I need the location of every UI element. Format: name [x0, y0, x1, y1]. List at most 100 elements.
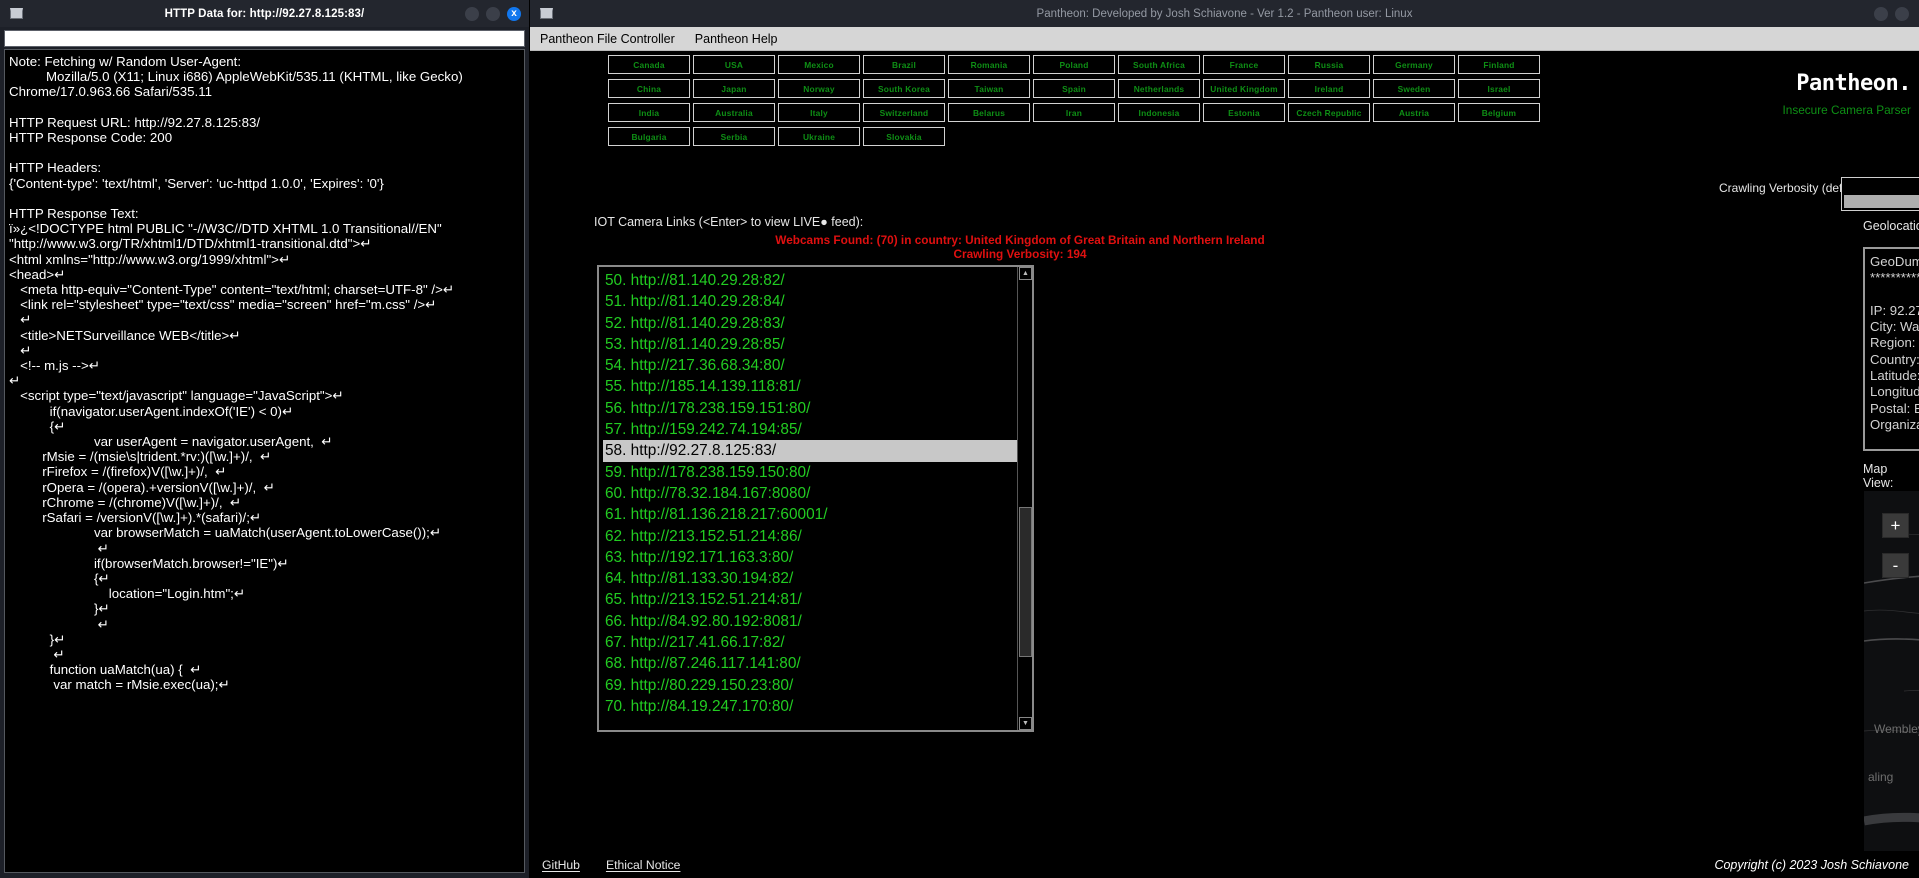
country-button-indonesia[interactable]: Indonesia	[1118, 103, 1200, 122]
country-button-israel[interactable]: Israel	[1458, 79, 1540, 98]
camera-link-item[interactable]: 60. http://78.32.184.167:8080/	[603, 483, 1017, 504]
pantheon-window-title: Pantheon: Developed by Josh Schiavone - …	[1036, 7, 1413, 20]
camera-link-item[interactable]: 51. http://81.140.29.28:84/	[603, 291, 1017, 312]
camera-link-item[interactable]: 64. http://81.133.30.194:82/	[603, 568, 1017, 589]
geolocation-dump: GeoDump for camera #58 *****************…	[1863, 247, 1919, 451]
country-button-ireland[interactable]: Ireland	[1288, 79, 1370, 98]
country-button-mexico[interactable]: Mexico	[778, 55, 860, 74]
scroll-down-icon[interactable]: ▼	[1019, 717, 1032, 730]
country-button-south-korea[interactable]: South Korea	[863, 79, 945, 98]
footer-links: GitHub Ethical Notice	[542, 858, 680, 872]
country-button-belarus[interactable]: Belarus	[948, 103, 1030, 122]
camera-link-item[interactable]: 68. http://87.246.117.141:80/	[603, 653, 1017, 674]
pantheon-menubar: Pantheon File Controller Pantheon Help	[530, 27, 1919, 51]
ethical-notice-link[interactable]: Ethical Notice	[606, 858, 681, 872]
camera-links-list[interactable]: 50. http://81.140.29.28:82/51. http://81…	[599, 267, 1017, 730]
copyright-text: Copyright (c) 2023 Josh Schiavone	[1714, 858, 1909, 872]
country-button-serbia[interactable]: Serbia	[693, 127, 775, 146]
country-button-bulgaria[interactable]: Bulgaria	[608, 127, 690, 146]
country-button-iran[interactable]: Iran	[1033, 103, 1115, 122]
scroll-up-icon[interactable]: ▲	[1019, 267, 1032, 280]
country-button-sweden[interactable]: Sweden	[1373, 79, 1455, 98]
country-button-norway[interactable]: Norway	[778, 79, 860, 98]
minimize-button[interactable]	[465, 6, 479, 21]
camera-link-item[interactable]: 57. http://159.242.74.194:85/	[603, 419, 1017, 440]
country-button-slovakia[interactable]: Slovakia	[863, 127, 945, 146]
logo-subtitle: Insecure Camera Parser	[1782, 103, 1911, 117]
country-button-grid: Canada USA Mexico Brazil Romania Poland South …	[608, 55, 1540, 146]
country-button-taiwan[interactable]: Taiwan	[948, 79, 1030, 98]
maximize-button[interactable]	[486, 6, 500, 21]
camera-link-item[interactable]: 70. http://84.19.247.170:80/	[603, 696, 1017, 717]
map-zoom-in-button[interactable]: +	[1882, 513, 1909, 538]
country-button-canada[interactable]: Canada	[608, 55, 690, 74]
http-window-titlebar: HTTP Data for: http://92.27.8.125:83/ x	[0, 0, 529, 27]
map-place-label: aling	[1868, 770, 1893, 784]
country-button-india[interactable]: India	[608, 103, 690, 122]
country-button-czech-republic[interactable]: Czech Republic	[1288, 103, 1370, 122]
country-button-romania[interactable]: Romania	[948, 55, 1030, 74]
country-button-australia[interactable]: Australia	[693, 103, 775, 122]
pantheon-window: Pantheon: Developed by Josh Schiavone - …	[530, 0, 1919, 878]
camera-link-item[interactable]: 53. http://81.140.29.28:85/	[603, 334, 1017, 355]
camera-link-item[interactable]: 67. http://217.41.66.17:82/	[603, 632, 1017, 653]
camera-link-item[interactable]: 59. http://178.238.159.150:80/	[603, 462, 1017, 483]
camera-link-item[interactable]: 56. http://178.238.159.151:80/	[603, 398, 1017, 419]
country-button-china[interactable]: China	[608, 79, 690, 98]
country-button-belgium[interactable]: Belgium	[1458, 103, 1540, 122]
country-button-austria[interactable]: Austria	[1373, 103, 1455, 122]
scrollbar-thumb[interactable]	[1019, 507, 1032, 657]
country-button-united-kingdom[interactable]: United Kingdom	[1203, 79, 1285, 98]
github-link[interactable]: GitHub	[542, 858, 580, 872]
country-button-switzerland[interactable]: Switzerland	[863, 103, 945, 122]
country-button-finland[interactable]: Finland	[1458, 55, 1540, 74]
camera-link-item[interactable]: 66. http://84.92.80.192:8081/	[603, 611, 1017, 632]
country-button-netherlands[interactable]: Netherlands	[1118, 79, 1200, 98]
pantheon-content: Canada USA Mexico Brazil Romania Poland South …	[530, 51, 1919, 878]
country-button-france[interactable]: France	[1203, 55, 1285, 74]
camera-link-item[interactable]: 54. http://217.36.68.34:80/	[603, 355, 1017, 376]
camera-link-item[interactable]: 62. http://213.152.51.214:86/	[603, 526, 1017, 547]
country-button-usa[interactable]: USA	[693, 55, 775, 74]
country-button-ukraine[interactable]: Ukraine	[778, 127, 860, 146]
country-button-spain[interactable]: Spain	[1033, 79, 1115, 98]
camera-link-item[interactable]: 58. http://92.27.8.125:83/	[603, 440, 1017, 462]
camera-link-item[interactable]: 63. http://192.171.163.3:80/	[603, 547, 1017, 568]
menu-file-controller[interactable]: Pantheon File Controller	[540, 32, 675, 46]
menu-help[interactable]: Pantheon Help	[695, 32, 778, 46]
country-button-germany[interactable]: Germany	[1373, 55, 1455, 74]
camera-link-item[interactable]: 55. http://185.14.139.118:81/	[603, 376, 1017, 397]
camera-link-item[interactable]: 69. http://80.229.150.23:80/	[603, 675, 1017, 696]
logo-title: Pantheon.	[1796, 71, 1911, 96]
crawling-verbosity-value: 194	[1842, 178, 1919, 195]
camera-links-listbox[interactable]: 50. http://81.140.29.28:82/51. http://81…	[597, 265, 1034, 732]
http-window-title: HTTP Data for: http://92.27.8.125:83/	[164, 7, 365, 20]
country-button-south-africa[interactable]: South Africa	[1118, 55, 1200, 74]
http-url-input[interactable]	[4, 30, 525, 47]
http-response-text: Note: Fetching w/ Random User-Agent: Moz…	[4, 49, 525, 873]
webcams-found-line2: Crawling Verbosity: 194	[953, 247, 1087, 261]
crawling-verbosity-slider[interactable]: 194	[1841, 177, 1919, 211]
country-button-japan[interactable]: Japan	[693, 79, 775, 98]
http-data-window: HTTP Data for: http://92.27.8.125:83/ x …	[0, 0, 530, 878]
country-button-brazil[interactable]: Brazil	[863, 55, 945, 74]
camera-link-item[interactable]: 61. http://81.136.218.217:60001/	[603, 504, 1017, 525]
maximize-button[interactable]	[1895, 6, 1909, 21]
map-zoom-out-button[interactable]: -	[1882, 553, 1909, 578]
pantheon-titlebar: Pantheon: Developed by Josh Schiavone - …	[530, 0, 1919, 27]
iot-camera-links-label: IOT Camera Links (<Enter> to view LIVE● …	[594, 215, 864, 229]
map-view[interactable]: Potters BarCheshuntChipping OngarIngates…	[1864, 491, 1919, 851]
camera-link-item[interactable]: 65. http://213.152.51.214:81/	[603, 589, 1017, 610]
map-place-label: Wembley	[1874, 722, 1919, 736]
webcams-found-line1: Webcams Found: (70) in country: United K…	[775, 233, 1265, 247]
country-button-russia[interactable]: Russia	[1288, 55, 1370, 74]
minimize-button[interactable]	[1874, 6, 1888, 21]
country-button-poland[interactable]: Poland	[1033, 55, 1115, 74]
camera-link-item[interactable]: 50. http://81.140.29.28:82/	[603, 270, 1017, 291]
camera-link-item[interactable]: 52. http://81.140.29.28:83/	[603, 313, 1017, 334]
country-button-estonia[interactable]: Estonia	[1203, 103, 1285, 122]
slider-track[interactable]	[1844, 195, 1919, 208]
camera-list-scrollbar[interactable]: ▲ ▼	[1017, 267, 1032, 730]
close-icon[interactable]: x	[507, 6, 521, 21]
country-button-italy[interactable]: Italy	[778, 103, 860, 122]
